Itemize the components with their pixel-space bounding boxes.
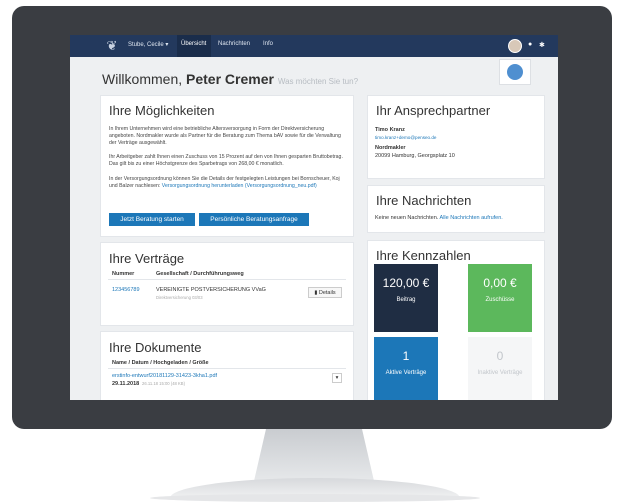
details-label: Details: [318, 290, 336, 296]
kpi-label: Beitrag: [396, 297, 416, 303]
contract-number-link[interactable]: 123456789: [112, 287, 140, 293]
avatar[interactable]: [508, 39, 522, 53]
messages-status: Keine neuen Nachrichten. Alle Nachrichte…: [375, 215, 503, 221]
contracts-header-company: Gesellschaft / Durchführungsweg: [156, 271, 244, 277]
kpi-value: 1: [402, 349, 410, 363]
bell-icon[interactable]: ●: [528, 41, 532, 48]
monitor-scene: ❦ Stube, Cecile ▾ Übersicht Nachrichten …: [0, 0, 627, 503]
contact-name: Timo Kranz: [375, 127, 405, 133]
kpi-value: 0: [496, 349, 504, 363]
start-consultation-button[interactable]: Jetzt Beratung starten: [109, 213, 195, 226]
contract-details-button[interactable]: ▮ Details: [308, 287, 342, 298]
kpi-label: Aktive Verträge: [385, 370, 427, 376]
document-link[interactable]: erstinfo-entwurf20181129-31423-3kha1.pdf: [112, 373, 217, 379]
monitor-shadow: [150, 494, 480, 502]
contract-company: VEREINIGTE POSTVERSICHERUNG VVaG: [156, 287, 266, 293]
contracts-card: Ihre Verträge: [100, 242, 354, 326]
globe-icon: [507, 64, 523, 80]
contact-title: Ihr Ansprechpartner: [376, 103, 491, 118]
nav-item-info[interactable]: Info: [263, 41, 273, 47]
kpi-label: Zuschüsse: [485, 297, 515, 303]
kpi-value: 120,00 €: [382, 276, 430, 290]
user-menu[interactable]: Stube, Cecile ▾: [128, 41, 168, 48]
messages-title: Ihre Nachrichten: [376, 193, 472, 208]
welcome-greeting: Willkommen,: [102, 71, 183, 87]
contracts-title: Ihre Verträge: [109, 251, 185, 266]
app-screen: ❦ Stube, Cecile ▾ Übersicht Nachrichten …: [70, 35, 558, 400]
nav-item-messages[interactable]: Nachrichten: [218, 41, 250, 47]
document-date: 29.11.2018: [112, 381, 140, 387]
documents-header: Name / Datum / Hochgeladen / Größe: [112, 360, 209, 366]
nav-item-overview[interactable]: Übersicht: [181, 41, 206, 47]
regulation-download-link[interactable]: Versorgungsordnung herunterladen (Versor…: [162, 183, 317, 189]
table-divider: [108, 368, 346, 369]
contracts-header-number: Nummer: [112, 271, 135, 277]
options-paragraph-1: In Ihrem Unternehmen wird eine betriebli…: [109, 126, 341, 146]
options-paragraph-2: Ihr Arbeitgeber zahlt Ihnen einen Zuschu…: [109, 154, 343, 167]
company-logo-icon[interactable]: ❦: [104, 38, 120, 54]
kpi-tile-contribution[interactable]: 120,00 € Beitrag: [374, 264, 438, 332]
personal-consultation-request-button[interactable]: Persönliche Beratungsanfrage: [199, 213, 309, 226]
user-name: Peter Cremer: [186, 71, 274, 87]
messages-empty-text: Keine neuen Nachrichten.: [375, 215, 439, 221]
monitor-stand: [254, 429, 374, 481]
options-paragraph-3: In der Versorgungsordnung können Sie die…: [109, 176, 347, 190]
all-messages-link[interactable]: Alle Nachrichten aufrufen.: [440, 215, 503, 221]
welcome-question: Was möchten Sie tun?: [277, 77, 359, 86]
contact-email-link[interactable]: timo.kranz+demo@penseo.de: [375, 135, 436, 140]
page-title: Willkommen, Peter Cremer Was möchten Sie…: [102, 71, 358, 87]
kpi-value: 0,00 €: [483, 276, 517, 290]
messages-card: Ihre Nachrichten: [367, 185, 545, 233]
kpi-tile-subsidies[interactable]: 0,00 € Zuschüsse: [468, 264, 532, 332]
contract-type: Direktversicherung 03/03: [156, 295, 203, 300]
chevron-down-icon[interactable]: ▾: [332, 373, 342, 383]
table-divider: [108, 279, 346, 280]
top-navbar: ❦ Stube, Cecile ▾ Übersicht Nachrichten …: [70, 35, 558, 57]
kpi-title: Ihre Kennzahlen: [376, 248, 471, 263]
contact-company: Nordmakler: [375, 145, 406, 151]
documents-title: Ihre Dokumente: [109, 340, 202, 355]
kpi-tile-active-contracts[interactable]: 1 Aktive Verträge: [374, 337, 438, 400]
document-icon: ▮: [314, 290, 318, 296]
document-meta: 26.11.18 15:00 (48 KB): [142, 381, 185, 386]
options-title: Ihre Möglichkeiten: [109, 103, 215, 118]
contact-address: 20099 Hamburg, Georgsplatz 10: [375, 153, 455, 159]
kpi-tile-inactive-contracts[interactable]: 0 Inaktive Verträge: [468, 337, 532, 400]
partner-logo: [499, 59, 531, 85]
gear-icon[interactable]: ✱: [539, 41, 545, 49]
kpi-label: Inaktive Verträge: [477, 370, 523, 376]
options-card: Ihre Möglichkeiten In Ihrem Unternehmen …: [100, 95, 354, 237]
